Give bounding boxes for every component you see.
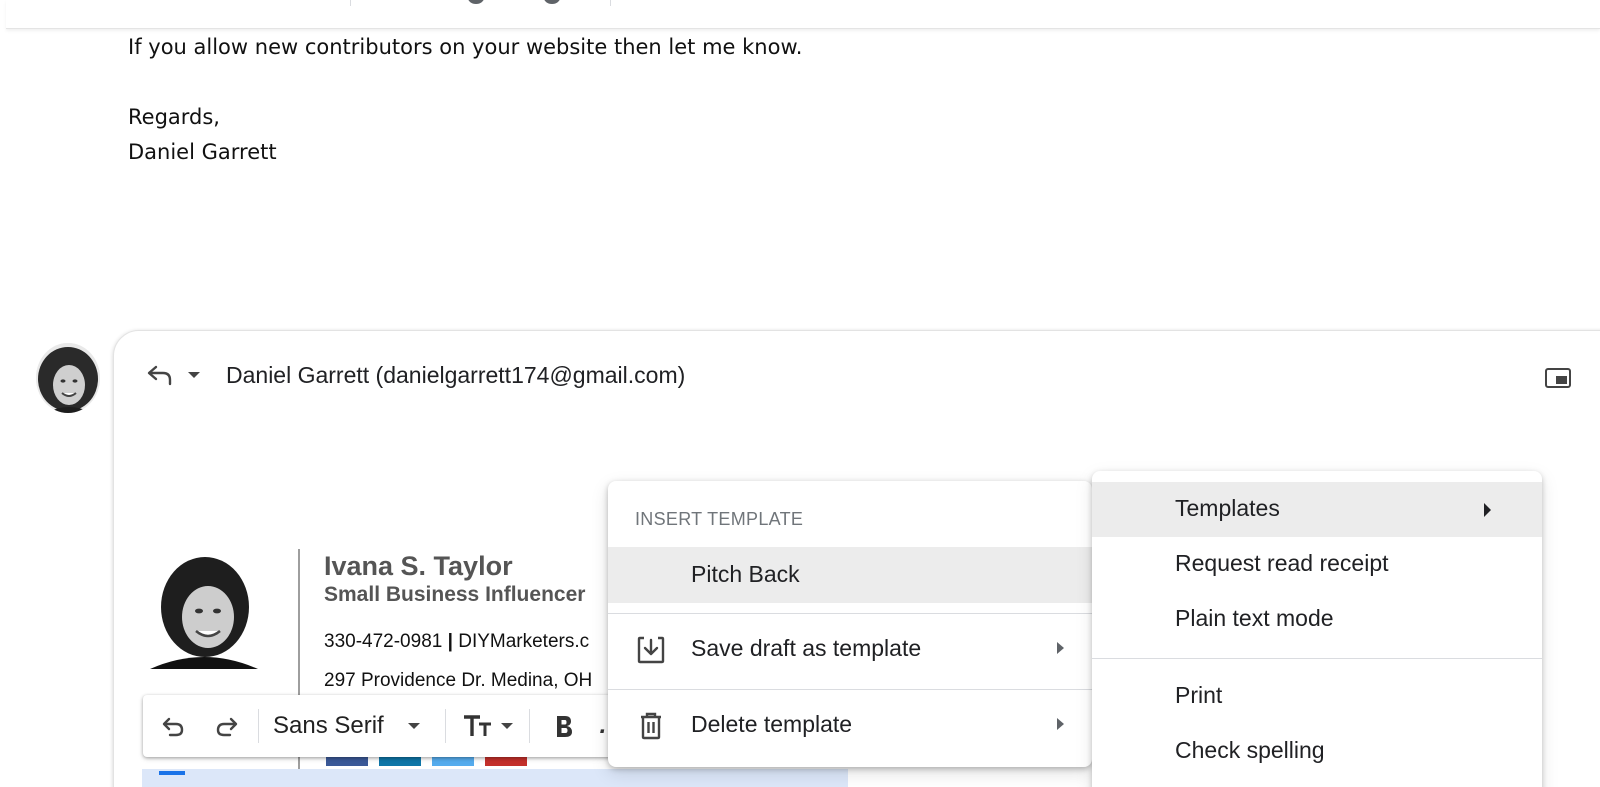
toolbar-divider <box>529 709 530 743</box>
more-options-menu: Templates Request read receipt Plain tex… <box>1092 471 1542 787</box>
toolbar-divider <box>445 709 446 743</box>
menu-item-label: Templates <box>1175 495 1280 521</box>
menu-divider <box>608 689 1092 690</box>
menu-item-plain-text-mode[interactable]: Plain text mode <box>1092 592 1542 647</box>
menu-item-label: Print <box>1175 682 1223 708</box>
toolbar-divider <box>350 0 351 6</box>
signature-phone: 330-472-0981 <box>324 631 443 652</box>
message-line: If you allow new contributors on your we… <box>128 35 803 59</box>
template-item-label: Save draft as template <box>691 635 922 661</box>
bold-button[interactable] <box>539 695 589 757</box>
toolbar-divider <box>258 709 259 743</box>
format-indicator-icon <box>159 771 185 775</box>
toolbar-icon[interactable] <box>544 0 560 4</box>
format-toolbar: Sans Serif . <box>143 695 623 757</box>
menu-item-check-spelling[interactable]: Check spelling <box>1092 724 1542 779</box>
signature-photo <box>150 551 258 669</box>
chevron-down-icon <box>407 723 420 729</box>
toolbar-icon[interactable] <box>468 0 484 4</box>
menu-item-label: Request read receipt <box>1175 550 1389 576</box>
menu-divider <box>608 613 1092 614</box>
italic-icon: . <box>599 712 607 739</box>
template-item-pitch-back[interactable]: Pitch Back <box>608 547 1092 603</box>
message-line <box>128 65 802 100</box>
message-body: If you allow new contributors on your we… <box>128 30 802 170</box>
reply-icon[interactable] <box>146 362 174 386</box>
message-line: Daniel Garrett <box>128 140 277 164</box>
avatar[interactable] <box>36 343 100 413</box>
font-size-button[interactable] <box>455 695 521 757</box>
signature-name: Ivana S. Taylor <box>324 551 513 581</box>
signature-role: Small Business Influencer <box>324 583 586 606</box>
delete-template-item[interactable]: Delete template <box>608 697 1092 753</box>
chevron-right-icon <box>1057 642 1064 654</box>
menu-item-print[interactable]: Print <box>1092 669 1542 724</box>
undo-button[interactable] <box>155 695 191 757</box>
pop-out-icon[interactable] <box>1544 367 1572 389</box>
save-draft-as-template-item[interactable]: Save draft as template <box>608 621 1092 677</box>
font-family-label: Sans Serif <box>273 712 384 739</box>
signature-separator: | <box>447 631 453 652</box>
previous-message-header <box>6 0 1600 29</box>
bold-icon <box>557 716 572 737</box>
redo-button[interactable] <box>209 695 245 757</box>
recipient-field[interactable]: Daniel Garrett (danielgarrett174@gmail.c… <box>226 362 685 389</box>
chevron-right-icon <box>1484 503 1491 517</box>
message-line: Regards, <box>128 105 220 129</box>
menu-item-label: Check spelling <box>1175 737 1325 763</box>
menu-item-request-read-receipt[interactable]: Request read receipt <box>1092 537 1542 592</box>
reply-type-dropdown-icon[interactable] <box>188 372 200 378</box>
menu-divider <box>1092 658 1542 659</box>
template-menu-header: INSERT TEMPLATE <box>635 509 804 529</box>
toolbar-divider <box>610 0 611 6</box>
formatting-bar-strip <box>142 769 848 787</box>
signature-contact: 330-472-0981 | DIYMarketers.c <box>324 631 589 653</box>
text-size-icon <box>464 715 491 736</box>
signature-website[interactable]: DIYMarketers.c <box>458 631 589 652</box>
trash-icon <box>641 712 661 740</box>
template-item-label: Delete template <box>691 711 853 737</box>
template-submenu: INSERT TEMPLATE Pitch Back Save draft as… <box>608 481 1092 767</box>
chevron-down-icon <box>501 723 513 729</box>
undo-icon <box>162 717 184 737</box>
template-item-label: Pitch Back <box>691 561 800 587</box>
chevron-right-icon <box>1057 718 1064 730</box>
save-template-icon <box>637 636 665 664</box>
menu-item-label: Plain text mode <box>1175 605 1334 631</box>
font-family-select[interactable]: Sans Serif <box>273 695 443 757</box>
redo-icon <box>216 717 238 737</box>
gmail-reply-view: If you allow new contributors on your we… <box>0 0 1600 787</box>
signature-address: 297 Providence Dr. Medina, OH <box>324 670 593 691</box>
menu-item-templates[interactable]: Templates <box>1092 482 1542 537</box>
